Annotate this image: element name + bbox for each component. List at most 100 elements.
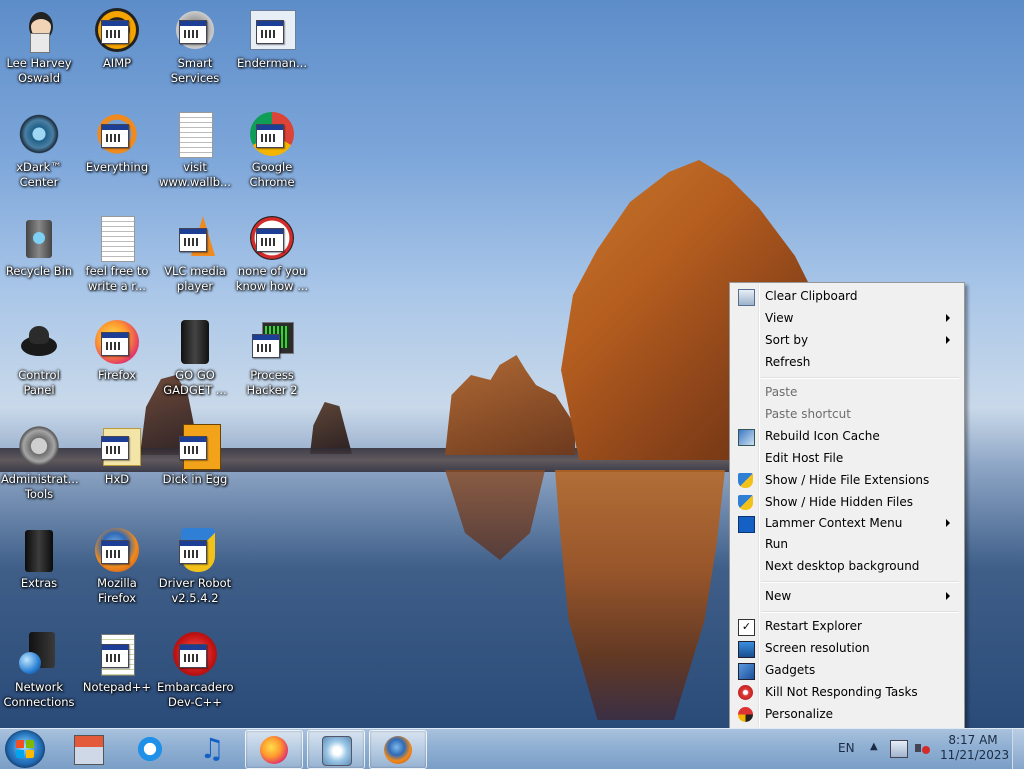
menu-item-paste: Paste	[765, 385, 798, 399]
desktop-icon-firefox[interactable]: Firefox	[79, 318, 155, 383]
submenu-arrow-icon	[946, 314, 950, 322]
doll-icon	[15, 6, 63, 54]
desktop-icon-label: Everything	[85, 160, 149, 174]
desktop-icon-driver-robot[interactable]: Driver Robot v2.5.4.2	[157, 526, 233, 606]
menu-item-new[interactable]: New	[732, 586, 960, 608]
desktop-icon-aimp[interactable]: AIMP	[79, 6, 155, 71]
checkmark-icon: ✓	[738, 619, 755, 636]
desktop-icon-hxd[interactable]: HxD	[79, 422, 155, 487]
wallpaper-rock	[310, 402, 352, 454]
language-indicator[interactable]: EN	[838, 741, 855, 755]
desktop-icon-label: Dick in Egg	[162, 472, 228, 486]
wallpaper-rock	[445, 355, 575, 455]
desktop-icon-embarcadero-devcpp[interactable]: Embarcadero Dev-C++	[157, 630, 234, 710]
desktop-icon-everything[interactable]: Everything	[79, 110, 155, 175]
desktop-icon-label: Smart Services	[170, 56, 220, 85]
clock-date: 11/21/2023	[940, 748, 1010, 762]
system-clock[interactable]: 8:17 AM 11/21/2023	[940, 733, 1010, 763]
desktop-icon-extras[interactable]: Extras	[1, 526, 77, 591]
gear-ring-icon	[15, 110, 63, 158]
desktop-icon-process-hacker[interactable]: Process Hacker 2	[234, 318, 310, 398]
desktop-icon-go-go-gadget[interactable]: GO GO GADGET ...	[157, 318, 233, 398]
firefox-icon	[93, 318, 141, 366]
menu-item-kill-not-responding-tasks[interactable]: Kill Not Responding Tasks	[732, 682, 960, 704]
desktop-icon-label: Enderman...	[237, 56, 307, 70]
desktop-icon-lee-harvey-oswald[interactable]: Lee Harvey Oswald	[1, 6, 77, 86]
menu-item-clear-clipboard[interactable]: Clear Clipboard	[732, 286, 960, 308]
menu-item-show-hide-hidden-files[interactable]: Show / Hide Hidden Files	[732, 492, 960, 514]
taskbar: ♫ EN ▲ 8:17 AM 11/21/2023	[0, 728, 1024, 769]
gadget-icon	[171, 318, 219, 366]
desktop-icon-label: Mozilla Firefox	[97, 576, 137, 605]
taskbar-button-store[interactable]	[60, 730, 116, 767]
menu-separator	[761, 377, 959, 379]
process-hacker-icon	[248, 318, 296, 366]
internet-explorer-icon	[136, 735, 164, 763]
menu-item-lammer-context-menu[interactable]: Lammer Context Menu	[732, 513, 960, 535]
shield-icon	[738, 495, 753, 510]
menu-item-run[interactable]: Run	[732, 534, 960, 556]
start-button[interactable]	[5, 730, 45, 768]
submenu-arrow-icon	[946, 592, 950, 600]
chrome-icon	[248, 110, 296, 158]
desktop-icon-feel-free[interactable]: feel free to write a r...	[79, 214, 155, 294]
menu-item-restart-explorer[interactable]: ✓ Restart Explorer	[732, 616, 960, 638]
menu-item-rebuild-icon-cache[interactable]: Rebuild Icon Cache	[732, 426, 960, 448]
menu-item-sort-by[interactable]: Sort by	[732, 330, 960, 352]
menu-item-view[interactable]: View	[732, 308, 960, 330]
folder-icon	[15, 526, 63, 574]
menu-separator	[761, 611, 959, 613]
menu-item-gadgets[interactable]: Gadgets	[732, 660, 960, 682]
kill-icon	[738, 685, 753, 700]
menu-item-paste-shortcut: Paste shortcut	[765, 407, 851, 421]
submenu-arrow-icon	[946, 519, 950, 527]
desktop-icon-label: Notepad++	[82, 680, 152, 694]
menu-item-personalize[interactable]: Personalize	[732, 704, 960, 726]
network-status-icon[interactable]	[890, 740, 908, 758]
devcpp-icon	[171, 630, 219, 678]
menu-item-next-desktop-background[interactable]: Next desktop background	[732, 556, 960, 578]
clipboard-icon	[738, 289, 755, 306]
desktop-icon-administrative-tools[interactable]: Administrat... Tools	[1, 422, 79, 502]
wallpaper-reflection	[555, 470, 725, 720]
desktop-icon-label: xDark™ Center	[16, 160, 62, 189]
desktop-icon-dick-in-egg[interactable]: Dick in Egg	[157, 422, 233, 487]
taskbar-button-firefox[interactable]	[369, 730, 427, 769]
clock-time: 8:17 AM	[948, 733, 998, 747]
firefox-icon	[93, 526, 141, 574]
taskbar-button-music[interactable]: ♫	[184, 730, 240, 767]
menu-item-show-hide-file-extensions[interactable]: Show / Hide File Extensions	[732, 470, 960, 492]
desktop-icon-smart-services[interactable]: Smart Services	[157, 6, 233, 86]
desktop-icon-label: VLC media player	[164, 264, 226, 293]
desktop-icon-recycle-bin[interactable]: Recycle Bin	[1, 214, 77, 279]
menu-item-screen-resolution[interactable]: Screen resolution	[732, 638, 960, 660]
show-hidden-icons-arrow-icon[interactable]: ▲	[870, 741, 878, 752]
desktop-icon-label: Extras	[20, 576, 58, 590]
desktop-icon-label: Embarcadero Dev-C++	[157, 680, 234, 709]
show-desktop-button[interactable]	[1012, 729, 1024, 769]
recycle-bin-icon	[15, 214, 63, 262]
desktop-icon-label: feel free to write a r...	[85, 264, 149, 293]
menu-item-refresh[interactable]: Refresh	[732, 352, 960, 374]
desktop-icon-network-connections[interactable]: Network Connections	[1, 630, 77, 710]
desktop-icon-control-panel[interactable]: Control Panel	[1, 318, 77, 398]
desktop-icon-google-chrome[interactable]: Google Chrome	[234, 110, 310, 190]
desktop-icon-none-of-you[interactable]: none of you know how ...	[234, 214, 310, 294]
desktop-icon-label: Administrat... Tools	[1, 472, 79, 501]
desktop-icon-label: AIMP	[102, 56, 132, 70]
volume-muted-icon[interactable]	[914, 740, 930, 756]
text-document-icon	[93, 214, 141, 262]
desktop-icon-xdark-center[interactable]: xDark™ Center	[1, 110, 77, 190]
desktop-icon-mozilla-firefox[interactable]: Mozilla Firefox	[79, 526, 155, 606]
notepad-icon	[93, 630, 141, 678]
desktop-icon-notepad-plus-plus[interactable]: Notepad++	[79, 630, 155, 695]
desktop-icon-vlc[interactable]: VLC media player	[157, 214, 233, 294]
gadgets-icon	[738, 663, 755, 680]
menu-item-edit-host-file[interactable]: Edit Host File	[732, 448, 960, 470]
taskbar-button-internet-explorer[interactable]	[122, 730, 178, 767]
gears-icon	[171, 6, 219, 54]
taskbar-button-media-center[interactable]	[307, 730, 365, 769]
desktop-icon-visit-wallb[interactable]: visit www.wallb...	[157, 110, 233, 190]
desktop-icon-enderman[interactable]: Enderman...	[234, 6, 310, 71]
taskbar-button-firefox[interactable]	[245, 730, 303, 769]
